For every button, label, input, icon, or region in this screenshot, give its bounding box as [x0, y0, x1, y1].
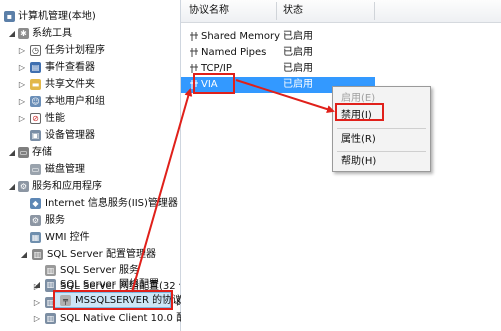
collapsed-arrow-icon[interactable]: ▷: [33, 294, 41, 311]
performance-icon: ⊘: [30, 113, 41, 124]
protocol-icon: [190, 64, 198, 73]
expand-arrow-icon[interactable]: ◢: [8, 144, 16, 161]
column-header-protocol-name[interactable]: 协议名称: [189, 0, 229, 22]
wmi-icon: ▦: [30, 232, 41, 243]
expand-arrow-icon[interactable]: ◢: [20, 246, 28, 263]
sql-config-icon: ▥: [32, 249, 43, 260]
sql-services-icon: ▥: [45, 265, 56, 276]
collapsed-arrow-icon[interactable]: ▷: [18, 59, 26, 76]
clock-icon: ◷: [30, 45, 41, 56]
storage-icon: ▭: [18, 147, 29, 158]
iis-icon: ◆: [30, 198, 41, 209]
menu-separator: [337, 128, 426, 129]
menu-item-disable[interactable]: 禁用(I): [333, 106, 430, 126]
list-header: 协议名称 状态: [181, 0, 501, 23]
gear-icon: ⚙: [30, 215, 41, 226]
folder-icon: ▬: [30, 79, 41, 90]
tools-icon: ✱: [18, 28, 29, 39]
menu-item-help[interactable]: 帮助(H): [333, 152, 430, 172]
protocol-row-shared-memory[interactable]: Shared Memory 已启用: [181, 29, 375, 45]
collapsed-arrow-icon[interactable]: ▷: [33, 310, 41, 327]
collapsed-arrow-icon[interactable]: ▷: [18, 110, 26, 127]
disk-icon: ▭: [30, 164, 41, 175]
event-viewer-icon: ▤: [30, 62, 41, 73]
column-divider[interactable]: [374, 2, 375, 20]
menu-item-properties[interactable]: 属性(R): [333, 130, 430, 150]
expand-arrow-icon[interactable]: ◢: [33, 276, 41, 293]
protocol-icon: [190, 32, 198, 41]
protocol-icon: [190, 80, 198, 89]
native-client-icon: ▥: [45, 313, 56, 324]
column-divider[interactable]: [276, 2, 277, 20]
protocol-icon: [190, 48, 198, 57]
collapsed-arrow-icon[interactable]: ▷: [18, 42, 26, 59]
protocol-row-tcpip[interactable]: TCP/IP 已启用: [181, 61, 375, 77]
collapsed-arrow-icon[interactable]: ▷: [18, 76, 26, 93]
services-apps-icon: ⚙: [18, 181, 29, 192]
protocol-icon: ╤: [60, 295, 71, 306]
device-manager-icon: ▣: [30, 130, 41, 141]
computer-icon: ▪: [4, 11, 15, 22]
protocol-row-named-pipes[interactable]: Named Pipes 已启用: [181, 45, 375, 61]
expand-arrow-icon[interactable]: ◢: [8, 25, 16, 42]
context-menu: 启用(E) 禁用(I) 属性(R) 帮助(H): [332, 86, 431, 172]
users-icon: ☺: [30, 96, 41, 107]
collapsed-arrow-icon[interactable]: ▷: [18, 93, 26, 110]
expand-arrow-icon[interactable]: ◢: [8, 178, 16, 195]
network-config-icon: ▥: [45, 279, 56, 290]
column-header-status[interactable]: 状态: [283, 0, 303, 22]
